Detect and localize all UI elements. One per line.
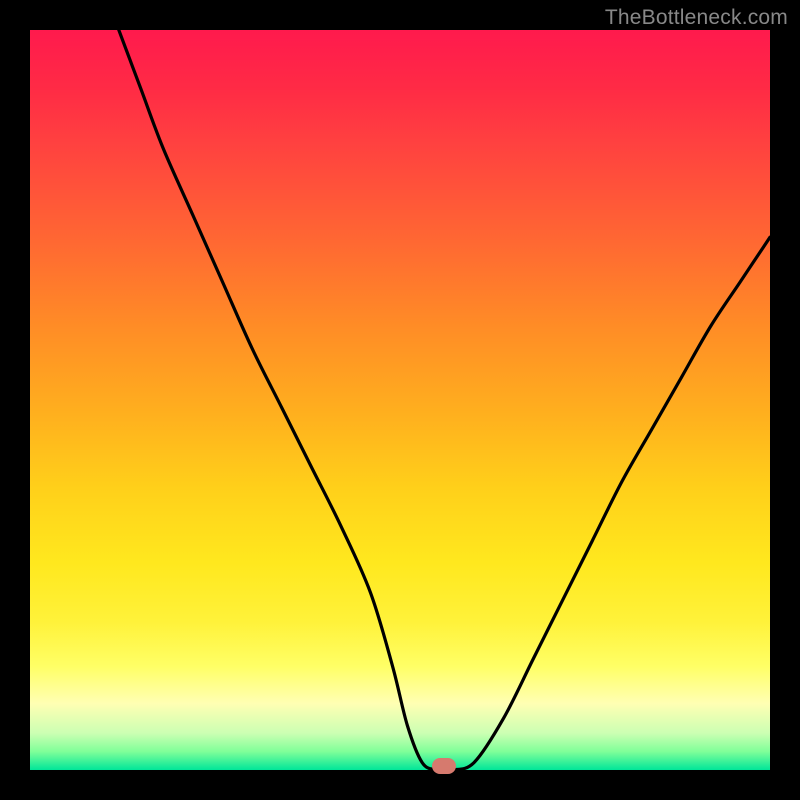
chart-frame: TheBottleneck.com (0, 0, 800, 800)
plot-area (30, 30, 770, 770)
watermark-text: TheBottleneck.com (605, 6, 788, 30)
optimum-marker (432, 758, 456, 774)
bottleneck-curve (30, 30, 770, 770)
